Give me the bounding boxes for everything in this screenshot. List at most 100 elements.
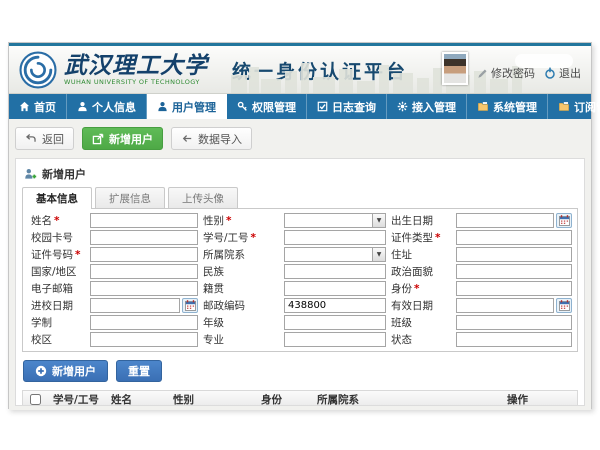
gender-select[interactable]: [284, 213, 386, 228]
add-user-toolbar-button[interactable]: 新增用户: [82, 127, 163, 150]
tab-label: 扩展信息: [109, 191, 151, 206]
nav-tab-system-management[interactable]: 系统管理: [467, 94, 548, 119]
nav-tab-permission-management[interactable]: 权限管理: [227, 94, 307, 119]
home-icon: [19, 101, 30, 112]
student-id-input[interactable]: [284, 230, 386, 245]
required-marker: *: [251, 232, 257, 244]
campus-card-input[interactable]: [90, 230, 198, 245]
address-input[interactable]: [456, 247, 572, 262]
column-header: 学号/工号: [49, 392, 107, 407]
users-table: 学号/工号 姓名 性别 身份 所属院系 操作: [22, 390, 578, 406]
change-password-link[interactable]: 修改密码: [477, 65, 535, 85]
panel-title: 新增用户: [42, 166, 86, 182]
ethnicity-input[interactable]: [284, 264, 386, 279]
department-select[interactable]: [284, 247, 386, 262]
data-import-label: 数据导入: [198, 131, 242, 147]
valid-date-input[interactable]: [456, 298, 554, 313]
tab-label: 基本信息: [36, 191, 78, 206]
field-label: 校园卡号: [31, 230, 85, 245]
nav-tab-personal-info[interactable]: 个人信息: [67, 94, 147, 119]
university-logo: [19, 51, 57, 89]
back-button-label: 返回: [42, 131, 64, 147]
log-checklist-icon: [317, 101, 328, 112]
birth-date-input[interactable]: [456, 213, 554, 228]
select-all-checkbox[interactable]: [30, 394, 41, 405]
calendar-icon[interactable]: [556, 298, 572, 313]
required-marker: *: [75, 249, 81, 261]
column-header: 姓名: [107, 392, 169, 407]
submit-add-user-button[interactable]: 新增用户: [23, 360, 108, 382]
field-label: 住址: [391, 247, 451, 262]
nav-tab-label: 用户管理: [172, 99, 216, 115]
status-input[interactable]: [456, 332, 572, 347]
folder-icon: [477, 101, 489, 112]
nav-tab-subscription-management[interactable]: 订阅管理: [548, 94, 600, 119]
change-password-label: 修改密码: [491, 65, 535, 81]
column-header: 身份: [257, 392, 313, 407]
native-place-input[interactable]: [284, 281, 386, 296]
entry-date-input[interactable]: [90, 298, 180, 313]
user-avatar: [442, 52, 468, 85]
political-status-input[interactable]: [456, 264, 572, 279]
field-label: 状态: [391, 332, 451, 347]
header-user-area: 修改密码 退出: [442, 52, 581, 87]
field-label: 有效日期: [391, 298, 451, 313]
users-table-header: 学号/工号 姓名 性别 身份 所属院系 操作: [23, 391, 577, 406]
campus-input[interactable]: [90, 332, 198, 347]
chevron-down-icon[interactable]: ▼: [372, 248, 385, 261]
basic-info-form: 姓名* 性别* ▼ 出生日期 校园卡号 学号/工号* 证件类型* 证件号码*: [22, 208, 578, 352]
id-number-input[interactable]: [90, 247, 198, 262]
column-header: 操作: [503, 392, 577, 407]
nav-tab-label: 日志查询: [332, 99, 376, 115]
grade-input[interactable]: [284, 315, 386, 330]
nav-tab-access-management[interactable]: 接入管理: [387, 94, 467, 119]
nav-tab-user-management[interactable]: 用户管理: [147, 94, 227, 119]
content-area: 返回 新增用户 数据导入 新增用户 基本信息 扩展信息 上传头像: [9, 119, 591, 410]
identity-input[interactable]: [456, 281, 572, 296]
field-label: 证件类型*: [391, 230, 451, 245]
name-input[interactable]: [90, 213, 198, 228]
calendar-icon[interactable]: [556, 213, 572, 228]
nav-tab-label: 订阅管理: [574, 99, 600, 115]
field-label: 所属院系: [203, 247, 279, 262]
field-label: 证件号码*: [31, 247, 85, 262]
field-label: 学制: [31, 315, 85, 330]
gear-icon: [397, 101, 408, 112]
class-input[interactable]: [456, 315, 572, 330]
chevron-down-icon[interactable]: ▼: [372, 214, 385, 227]
folder-icon: [558, 101, 570, 112]
add-person-icon: [24, 168, 37, 180]
field-label: 政治面貌: [391, 264, 451, 279]
calendar-icon[interactable]: [182, 298, 198, 313]
tab-label: 上传头像: [182, 191, 224, 206]
field-label: 进校日期: [31, 298, 85, 313]
reset-button-label: 重置: [128, 363, 150, 379]
plus-circle-icon: [35, 365, 47, 377]
field-label: 民族: [203, 264, 279, 279]
person-icon: [77, 101, 88, 112]
data-import-button[interactable]: 数据导入: [171, 127, 252, 150]
nav-tab-label: 首页: [34, 99, 56, 115]
power-icon: [544, 67, 556, 79]
tab-basic-info[interactable]: 基本信息: [22, 187, 92, 208]
nav-tab-home[interactable]: 首页: [9, 94, 67, 119]
new-user-panel: 新增用户 基本信息 扩展信息 上传头像 姓名* 性别* ▼ 出生日期 校园卡号: [15, 158, 585, 406]
back-button[interactable]: 返回: [15, 127, 74, 150]
education-length-input[interactable]: [90, 315, 198, 330]
postal-code-input[interactable]: [284, 298, 386, 313]
logout-link[interactable]: 退出: [544, 65, 581, 85]
import-arrow-icon: [181, 133, 193, 144]
nav-tab-log-query[interactable]: 日志查询: [307, 94, 387, 119]
field-label: 学号/工号*: [203, 230, 279, 245]
major-input[interactable]: [284, 332, 386, 347]
tab-upload-avatar[interactable]: 上传头像: [168, 187, 238, 208]
email-input[interactable]: [90, 281, 198, 296]
country-region-input[interactable]: [90, 264, 198, 279]
reset-button[interactable]: 重置: [116, 360, 162, 382]
id-type-input[interactable]: [456, 230, 572, 245]
panel-header: 新增用户: [22, 165, 578, 183]
tab-extended-info[interactable]: 扩展信息: [95, 187, 165, 208]
logout-label: 退出: [559, 65, 581, 81]
field-label: 年级: [203, 315, 279, 330]
nav-tab-label: 权限管理: [252, 99, 296, 115]
